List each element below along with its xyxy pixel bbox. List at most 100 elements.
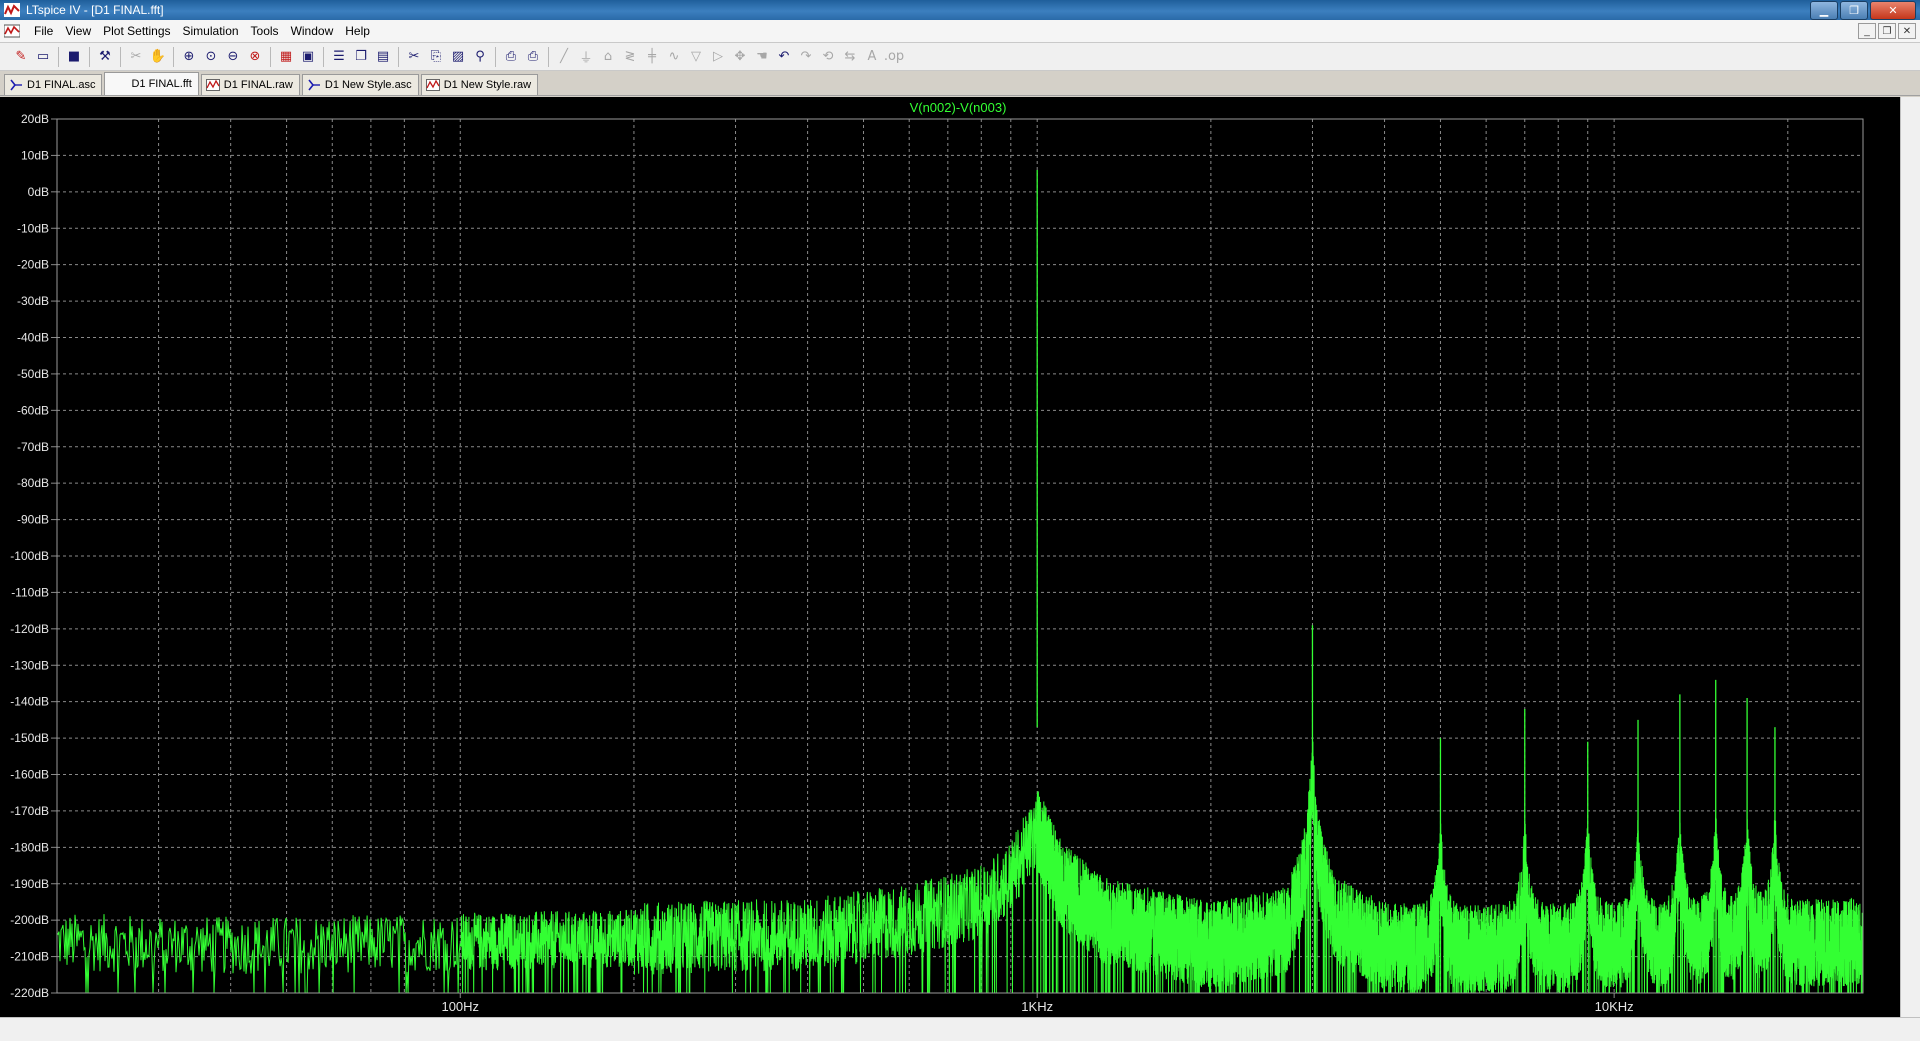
resistor-icon[interactable]: ≷ xyxy=(620,47,640,67)
zoom-out-icon[interactable]: ⊖ xyxy=(223,47,243,67)
y-tick-label: -150dB xyxy=(10,731,49,745)
y-tick-label: -50dB xyxy=(17,367,49,381)
tab-d1-new-style-asc[interactable]: D1 New Style.asc xyxy=(301,74,419,95)
noise-floor-trace xyxy=(56,741,1864,994)
y-tick-label: -30dB xyxy=(17,294,49,308)
menu-bar: File View Plot Settings Simulation Tools… xyxy=(0,20,1920,43)
spice-directive-icon[interactable]: .op xyxy=(884,47,904,67)
tile-vertical-icon[interactable]: ▤ xyxy=(373,47,393,67)
child-minimize-button[interactable]: _ xyxy=(1858,23,1876,39)
autorange-icon[interactable]: ▦ xyxy=(276,47,296,67)
print-icon[interactable]: ⎙ xyxy=(523,47,543,67)
waveform-icon xyxy=(205,79,220,91)
y-tick-label: -140dB xyxy=(10,695,49,709)
ground-icon[interactable]: ⏚ xyxy=(576,47,596,67)
trace-label[interactable]: V(n002)-V(n003) xyxy=(910,100,1007,115)
menu-help[interactable]: Help xyxy=(339,24,376,38)
y-tick-label: -120dB xyxy=(10,622,49,636)
x-tick-label: 1KHz xyxy=(1021,999,1053,1014)
y-tick-label: -70dB xyxy=(17,440,49,454)
plot-grid xyxy=(57,119,1863,993)
y-tick-label: -110dB xyxy=(11,585,49,599)
menu-plot-settings[interactable]: Plot Settings xyxy=(97,24,176,38)
menu-file[interactable]: File xyxy=(28,24,59,38)
halt-icon[interactable]: ✋ xyxy=(148,47,168,67)
menu-view[interactable]: View xyxy=(59,24,97,38)
menu-tools[interactable]: Tools xyxy=(245,24,285,38)
text-icon[interactable]: A xyxy=(862,47,882,67)
y-tick-label: -60dB xyxy=(17,403,49,417)
y-tick-label: -130dB xyxy=(10,658,49,672)
toolbar: ✎ ▭ ■ ⚒ ✂ ✋ ⊕ ⊙ ⊖ ⊗ ▦ ▣ ☰ ❐ ▤ ✂ ⎘ ▨ ⚲ ⎙ … xyxy=(0,43,1920,71)
control-panel-icon[interactable]: ⚒ xyxy=(95,47,115,67)
copy-icon[interactable]: ⎘ xyxy=(426,47,446,67)
y-tick-label: -200dB xyxy=(10,913,49,927)
cascade-icon[interactable]: ❐ xyxy=(351,47,371,67)
tab-d1-final-raw[interactable]: D1 FINAL.raw xyxy=(200,74,300,95)
y-tick-label: -100dB xyxy=(10,549,49,563)
fft-plot-pane[interactable]: V(n002)-V(n003) 20dB 10dB 0dB -10dB -20dB -30… xyxy=(0,97,1900,1017)
window-title: LTspice IV - [D1 FINAL.fft] xyxy=(26,3,164,17)
child-close-button[interactable]: ✕ xyxy=(1898,23,1916,39)
status-bar xyxy=(0,1017,1920,1041)
menu-simulation[interactable]: Simulation xyxy=(177,24,245,38)
document-tabs: D1 FINAL.asc D1 FINAL.fft D1 FINAL.raw D… xyxy=(0,72,1920,96)
close-button[interactable]: ✕ xyxy=(1870,1,1916,20)
y-tick-label: 20dB xyxy=(21,112,49,126)
paste-icon[interactable]: ▨ xyxy=(448,47,468,67)
vertical-scrollbar[interactable] xyxy=(1900,97,1920,1017)
y-tick-label: -190dB xyxy=(10,877,49,891)
inductor-icon[interactable]: ∿ xyxy=(664,47,684,67)
schematic-icon xyxy=(10,79,22,91)
find-icon[interactable]: ⚲ xyxy=(470,47,490,67)
save-icon[interactable]: ■ xyxy=(64,47,84,67)
cut-icon[interactable]: ✂ xyxy=(404,47,424,67)
redo-icon[interactable]: ↷ xyxy=(796,47,816,67)
y-tick-label: -40dB xyxy=(17,331,49,345)
new-schematic-icon[interactable]: ✎ xyxy=(11,47,31,67)
ltspice-app-icon xyxy=(4,3,20,17)
schematic-icon xyxy=(308,79,320,91)
mirror-icon[interactable]: ⇆ xyxy=(840,47,860,67)
tab-label: D1 FINAL.fft xyxy=(131,78,192,90)
open-icon[interactable]: ▭ xyxy=(33,47,53,67)
y-tick-label: -170dB xyxy=(10,804,49,818)
component-icon[interactable]: ▷ xyxy=(708,47,728,67)
document-waveform-icon xyxy=(4,24,20,38)
y-axis-ticks: 20dB 10dB 0dB -10dB -20dB -30dB -40dB -50dB -60d… xyxy=(10,112,57,1000)
menu-window[interactable]: Window xyxy=(285,24,340,38)
rotate-icon[interactable]: ⟲ xyxy=(818,47,838,67)
fft-chart[interactable]: V(n002)-V(n003) 20dB 10dB 0dB -10dB -20dB -30… xyxy=(0,97,1900,1017)
y-tick-label: -10dB xyxy=(17,221,49,235)
tab-label: D1 FINAL.raw xyxy=(223,79,293,91)
x-axis-ticks: 100Hz 1KHz 10KHz xyxy=(441,993,1634,1014)
tab-d1-final-fft[interactable]: D1 FINAL.fft xyxy=(104,72,199,95)
x-tick-label: 10KHz xyxy=(1595,999,1634,1014)
tile-horizontal-icon[interactable]: ☰ xyxy=(329,47,349,67)
tab-d1-final-asc[interactable]: D1 FINAL.asc xyxy=(4,74,103,95)
cursor-icon[interactable]: ▣ xyxy=(298,47,318,67)
undo-icon[interactable]: ↶ xyxy=(774,47,794,67)
label-net-icon[interactable]: ⌂ xyxy=(598,47,618,67)
print-setup-icon[interactable]: ⎙ xyxy=(501,47,521,67)
y-tick-label: -160dB xyxy=(10,768,49,782)
zoom-in-icon[interactable]: ⊕ xyxy=(179,47,199,67)
move-icon[interactable]: ✥ xyxy=(730,47,750,67)
zoom-full-icon[interactable]: ⊗ xyxy=(245,47,265,67)
maximize-button[interactable]: ❐ xyxy=(1840,1,1868,20)
tab-d1-new-style-raw[interactable]: D1 New Style.raw xyxy=(420,74,539,95)
child-restore-button[interactable]: ❐ xyxy=(1878,23,1896,39)
run-icon[interactable]: ✂ xyxy=(126,47,146,67)
y-tick-label: -90dB xyxy=(17,513,49,527)
tab-label: D1 FINAL.asc xyxy=(27,79,96,91)
tab-label: D1 New Style.asc xyxy=(324,79,412,91)
y-tick-label: 10dB xyxy=(21,148,49,162)
pan-icon[interactable]: ⊙ xyxy=(201,47,221,67)
y-tick-label: -220dB xyxy=(10,986,49,1000)
minimize-button[interactable]: ▁ xyxy=(1810,1,1838,20)
x-tick-label: 100Hz xyxy=(441,999,479,1014)
capacitor-icon[interactable]: ╪ xyxy=(642,47,662,67)
diode-icon[interactable]: ▽ xyxy=(686,47,706,67)
draw-wire-icon[interactable]: ╱ xyxy=(554,47,574,67)
drag-icon[interactable]: ☚ xyxy=(752,47,772,67)
